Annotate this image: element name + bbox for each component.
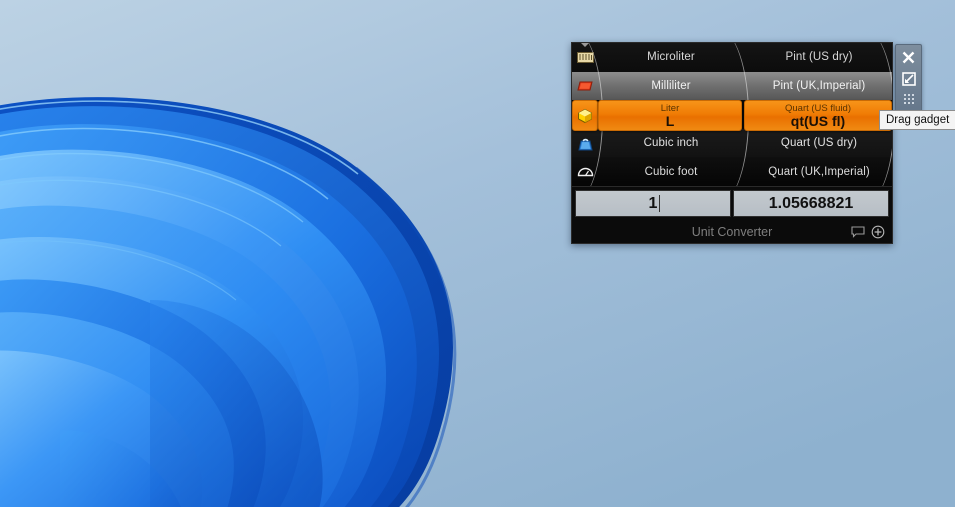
detach-arrow-icon <box>901 71 916 86</box>
white-arc-speed-icon <box>577 167 593 176</box>
yellow-cube-volume-icon <box>578 108 592 123</box>
gadget-control-panel[interactable] <box>895 44 922 115</box>
input-value-field[interactable]: 1 <box>575 190 731 217</box>
target-unit-item[interactable]: Pint (UK,Imperial) <box>744 71 892 101</box>
close-button[interactable] <box>898 47 920 68</box>
source-unit-selected[interactable]: Liter L <box>598 100 742 131</box>
output-value-text: 1.05668821 <box>768 194 854 212</box>
input-value-text: 1 <box>648 194 658 212</box>
source-unit-selected-label: Liter <box>660 102 680 114</box>
source-unit-item[interactable]: Microliter <box>598 43 744 72</box>
plus-circle-icon[interactable] <box>871 225 885 239</box>
output-value-field[interactable]: 1.05668821 <box>733 190 889 217</box>
desktop: Microliter Milliliter Cubic inch Cubic f… <box>0 0 955 507</box>
dotted-grip-icon <box>903 93 914 104</box>
category-item-weight[interactable] <box>572 128 598 158</box>
source-unit-selected-abbr: L <box>665 112 675 129</box>
target-unit-item[interactable]: Quart (US dry) <box>744 128 892 158</box>
target-unit-item[interactable]: Pint (US dry) <box>744 43 892 72</box>
close-x-icon <box>902 51 915 64</box>
unit-carousel[interactable]: Microliter Milliliter Cubic inch Cubic f… <box>571 42 893 187</box>
target-unit-selected-abbr: qt(US fl) <box>790 112 846 129</box>
category-item-length[interactable] <box>572 43 598 72</box>
blue-weight-icon <box>577 138 593 151</box>
category-item-speed[interactable] <box>572 157 598 186</box>
detach-button[interactable] <box>898 68 920 89</box>
gadget-title: Unit Converter <box>691 224 773 239</box>
text-caret <box>659 195 660 212</box>
target-unit-selected[interactable]: Quart (US fluid) qt(US fl) <box>744 100 892 131</box>
category-item-area[interactable] <box>572 71 598 101</box>
source-unit-item[interactable]: Cubic inch <box>598 128 744 158</box>
gadget-footer: Unit Converter <box>571 220 893 244</box>
tooltip: Drag gadget <box>879 110 955 130</box>
drag-handle[interactable] <box>898 89 920 110</box>
footer-icon-group <box>851 220 885 244</box>
carousel-scroll-up-arrow[interactable] <box>581 43 589 47</box>
category-item-volume-selected[interactable] <box>572 100 598 131</box>
red-square-area-icon <box>577 81 593 91</box>
target-unit-item[interactable]: Quart (UK,Imperial) <box>744 157 892 186</box>
ruler-icon <box>576 51 594 63</box>
unit-converter-gadget[interactable]: Microliter Milliliter Cubic inch Cubic f… <box>571 42 893 244</box>
target-unit-selected-label: Quart (US fluid) <box>785 102 851 114</box>
source-unit-item[interactable]: Milliliter <box>598 71 744 101</box>
source-unit-item[interactable]: Cubic foot <box>598 157 744 186</box>
value-row: 1 1.05668821 <box>571 187 893 220</box>
tooltip-text: Drag gadget <box>886 114 950 126</box>
comment-bubble-icon[interactable] <box>851 226 865 238</box>
